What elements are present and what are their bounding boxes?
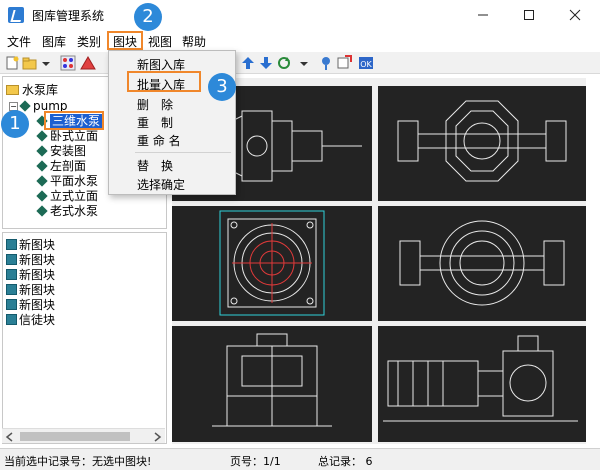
menu-view[interactable]: 视图 (148, 33, 172, 50)
scrollbar-thumb[interactable] (20, 432, 130, 441)
list-item[interactable]: 新图块 (6, 283, 55, 298)
step-badge-1: 1 (1, 110, 29, 138)
dropdown-arrow-icon[interactable] (38, 55, 54, 71)
status-total: 总记录： 6 (318, 455, 373, 468)
list-item[interactable]: 新图块 (6, 238, 55, 253)
block-icon (6, 239, 17, 250)
refresh-icon[interactable] (276, 55, 292, 71)
block-icon (6, 314, 17, 325)
menu-item-delete[interactable]: 删 除 (137, 96, 173, 113)
tree-selection-highlight (44, 111, 104, 130)
pump-elevation-drawing (212, 333, 332, 427)
block-icon (6, 284, 17, 295)
tree-item[interactable]: 立式立面 (36, 189, 98, 204)
maximize-icon (524, 10, 534, 20)
maximize-button[interactable] (506, 0, 552, 30)
menu-item-confirm-selection[interactable]: 选择确定 (137, 176, 185, 193)
close-button[interactable] (552, 0, 598, 30)
block-preview[interactable] (172, 326, 372, 442)
title-bar: 图库管理系统 (0, 0, 600, 30)
grid-view-icon[interactable] (60, 55, 76, 71)
pump-front-drawing (219, 210, 325, 316)
tree-root[interactable]: 水泵库 (6, 83, 58, 98)
status-page: 页号：1/1 (230, 455, 281, 468)
step-badge-3: 3 (208, 73, 236, 101)
menu-block-highlight (107, 31, 143, 50)
block-preview[interactable] (378, 206, 586, 321)
window-title: 图库管理系统 (32, 9, 105, 23)
list-item[interactable]: 新图块 (6, 253, 55, 268)
block-node-icon (36, 205, 48, 217)
app-icon (8, 7, 24, 23)
tree-item[interactable]: 卧式立面 (36, 129, 98, 144)
help-icon[interactable] (318, 55, 334, 71)
pump-plan-drawing (399, 220, 565, 306)
menu-item-replace[interactable]: 替 换 (137, 157, 173, 174)
block-node-icon (36, 190, 48, 202)
svg-text:OK: OK (360, 60, 372, 69)
dropdown-arrow-icon[interactable] (296, 55, 312, 71)
menu-file[interactable]: 文件 (7, 33, 31, 50)
new-icon[interactable] (4, 55, 20, 71)
list-item[interactable]: 新图块 (6, 298, 55, 313)
list-item[interactable]: 新图块 (6, 268, 55, 283)
arrow-down-icon[interactable] (258, 55, 274, 71)
menu-item-rename[interactable]: 重 命 名 (137, 132, 181, 149)
ok-icon[interactable]: OK (358, 55, 374, 71)
category-icon (19, 100, 31, 112)
block-preview[interactable] (378, 86, 586, 201)
block-icon (6, 299, 17, 310)
step-badge-2: 2 (134, 3, 162, 31)
block-preview[interactable] (172, 206, 372, 321)
minimize-button[interactable] (460, 0, 506, 30)
list-item[interactable]: 信徒块 (6, 313, 55, 328)
menu-category[interactable]: 类别 (77, 33, 101, 50)
scroll-left-icon[interactable] (5, 432, 15, 442)
menu-separator (135, 152, 231, 153)
tree-item[interactable]: 平面水泵 (36, 174, 98, 189)
pump-motor-drawing (383, 335, 578, 422)
arrow-up-icon[interactable] (240, 55, 256, 71)
tree-item[interactable]: 老式水泵 (36, 204, 98, 219)
status-bar: 当前选中记录号：无选中图块! 页号：1/1 总记录： 6 (0, 448, 600, 470)
block-icon (6, 254, 17, 265)
menu-bar: 文件 图库 类别 图块 视图 帮助 (0, 30, 600, 52)
batch-import-highlight (127, 71, 201, 92)
status-selection: 当前选中记录号：无选中图块! (4, 455, 152, 468)
block-list: 新图块 新图块 新图块 新图块 新图块 信徒块 (2, 232, 167, 444)
block-node-icon (36, 175, 48, 187)
folder-icon (6, 85, 19, 95)
minimize-icon (478, 14, 488, 16)
horizontal-scrollbar[interactable] (2, 428, 165, 443)
block-preview[interactable] (378, 326, 586, 442)
tree-item[interactable]: 安装图 (36, 144, 86, 159)
block-node-icon (36, 130, 48, 142)
menu-help[interactable]: 帮助 (182, 33, 206, 50)
export-icon[interactable] (336, 55, 352, 71)
menu-library[interactable]: 图库 (42, 33, 66, 50)
tree-item[interactable]: 左剖面 (36, 159, 86, 174)
block-icon (6, 269, 17, 280)
triangle-tool-icon[interactable] (80, 55, 96, 71)
close-icon (569, 9, 581, 21)
menu-item-redraw[interactable]: 重 制 (137, 114, 173, 131)
scroll-right-icon[interactable] (152, 432, 162, 442)
open-folder-icon[interactable] (22, 55, 38, 71)
block-node-icon (36, 145, 48, 157)
block-node-icon (36, 160, 48, 172)
pump-top-drawing (397, 100, 567, 182)
toolbar: OK (0, 52, 600, 74)
